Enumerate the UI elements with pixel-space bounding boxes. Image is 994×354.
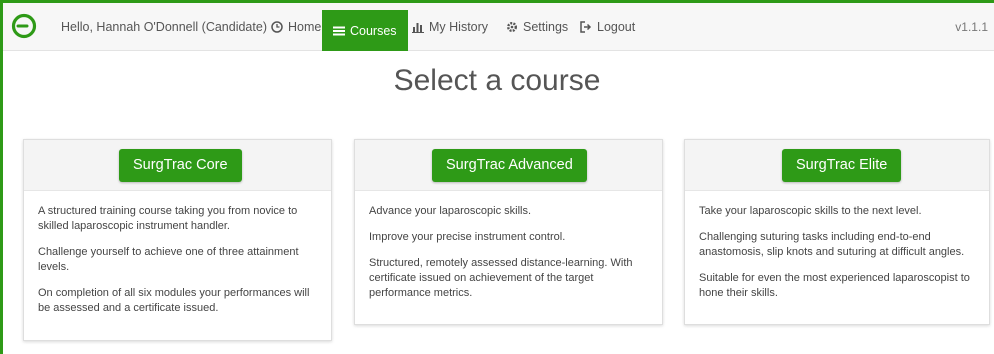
user-greeting: Hello, Hannah O'Donnell (Candidate) bbox=[61, 20, 267, 34]
surgtrac-elite-button[interactable]: SurgTrac Elite bbox=[782, 149, 902, 182]
nav-settings[interactable]: Settings bbox=[495, 3, 579, 51]
course-paragraph: Challenging suturing tasks including end… bbox=[699, 231, 965, 258]
course-paragraph: A structured training course taking you … bbox=[38, 205, 298, 232]
nav-home-label: Home bbox=[288, 20, 322, 34]
gear-icon bbox=[507, 22, 517, 32]
course-paragraph: Challenge yourself to achieve one of thr… bbox=[38, 246, 299, 273]
course-paragraph: Take your laparoscopic skills to the nex… bbox=[699, 205, 922, 217]
course-card-header: SurgTrac Advanced bbox=[355, 140, 662, 191]
nav-courses[interactable]: Courses bbox=[322, 10, 408, 51]
course-card-header: SurgTrac Elite bbox=[685, 140, 989, 191]
nav-settings-label: Settings bbox=[523, 20, 569, 34]
nav-logout-label: Logout bbox=[597, 20, 636, 34]
course-card-core: SurgTrac Core A structured training cour… bbox=[23, 139, 332, 341]
page-title: Select a course bbox=[393, 64, 601, 97]
navbar: Hello, Hannah O'Donnell (Candidate) Home… bbox=[3, 3, 994, 51]
course-description: Advance your laparoscopic skills. Improv… bbox=[355, 191, 662, 313]
surgtrac-core-button[interactable]: SurgTrac Core bbox=[119, 149, 242, 182]
nav-my-history[interactable]: My History bbox=[401, 3, 499, 51]
nav-my-history-label: My History bbox=[429, 20, 489, 34]
clock-icon bbox=[271, 21, 283, 33]
ring-logo-icon[interactable] bbox=[11, 13, 37, 39]
course-paragraph: Suitable for even the most experienced l… bbox=[699, 272, 970, 299]
course-paragraph: On completion of all six modules your pe… bbox=[38, 287, 310, 314]
course-paragraph: Advance your laparoscopic skills. bbox=[369, 205, 532, 217]
nav-courses-label: Courses bbox=[350, 23, 397, 38]
version-label: v1.1.1 bbox=[955, 20, 988, 34]
nav-logout[interactable]: Logout bbox=[569, 3, 646, 51]
surgtrac-advanced-button[interactable]: SurgTrac Advanced bbox=[432, 149, 587, 182]
bar-chart-icon bbox=[412, 23, 424, 33]
course-card-header: SurgTrac Core bbox=[24, 140, 331, 191]
course-description: Take your laparoscopic skills to the nex… bbox=[685, 191, 989, 313]
course-card-advanced: SurgTrac Advanced Advance your laparosco… bbox=[354, 139, 663, 325]
course-description: A structured training course taking you … bbox=[24, 191, 331, 328]
course-paragraph: Structured, remotely assessed distance-l… bbox=[369, 257, 633, 299]
logout-icon bbox=[580, 21, 592, 33]
course-card-elite: SurgTrac Elite Take your laparoscopic sk… bbox=[684, 139, 990, 325]
list-icon bbox=[333, 26, 345, 35]
course-paragraph: Improve your precise instrument control. bbox=[369, 231, 566, 243]
